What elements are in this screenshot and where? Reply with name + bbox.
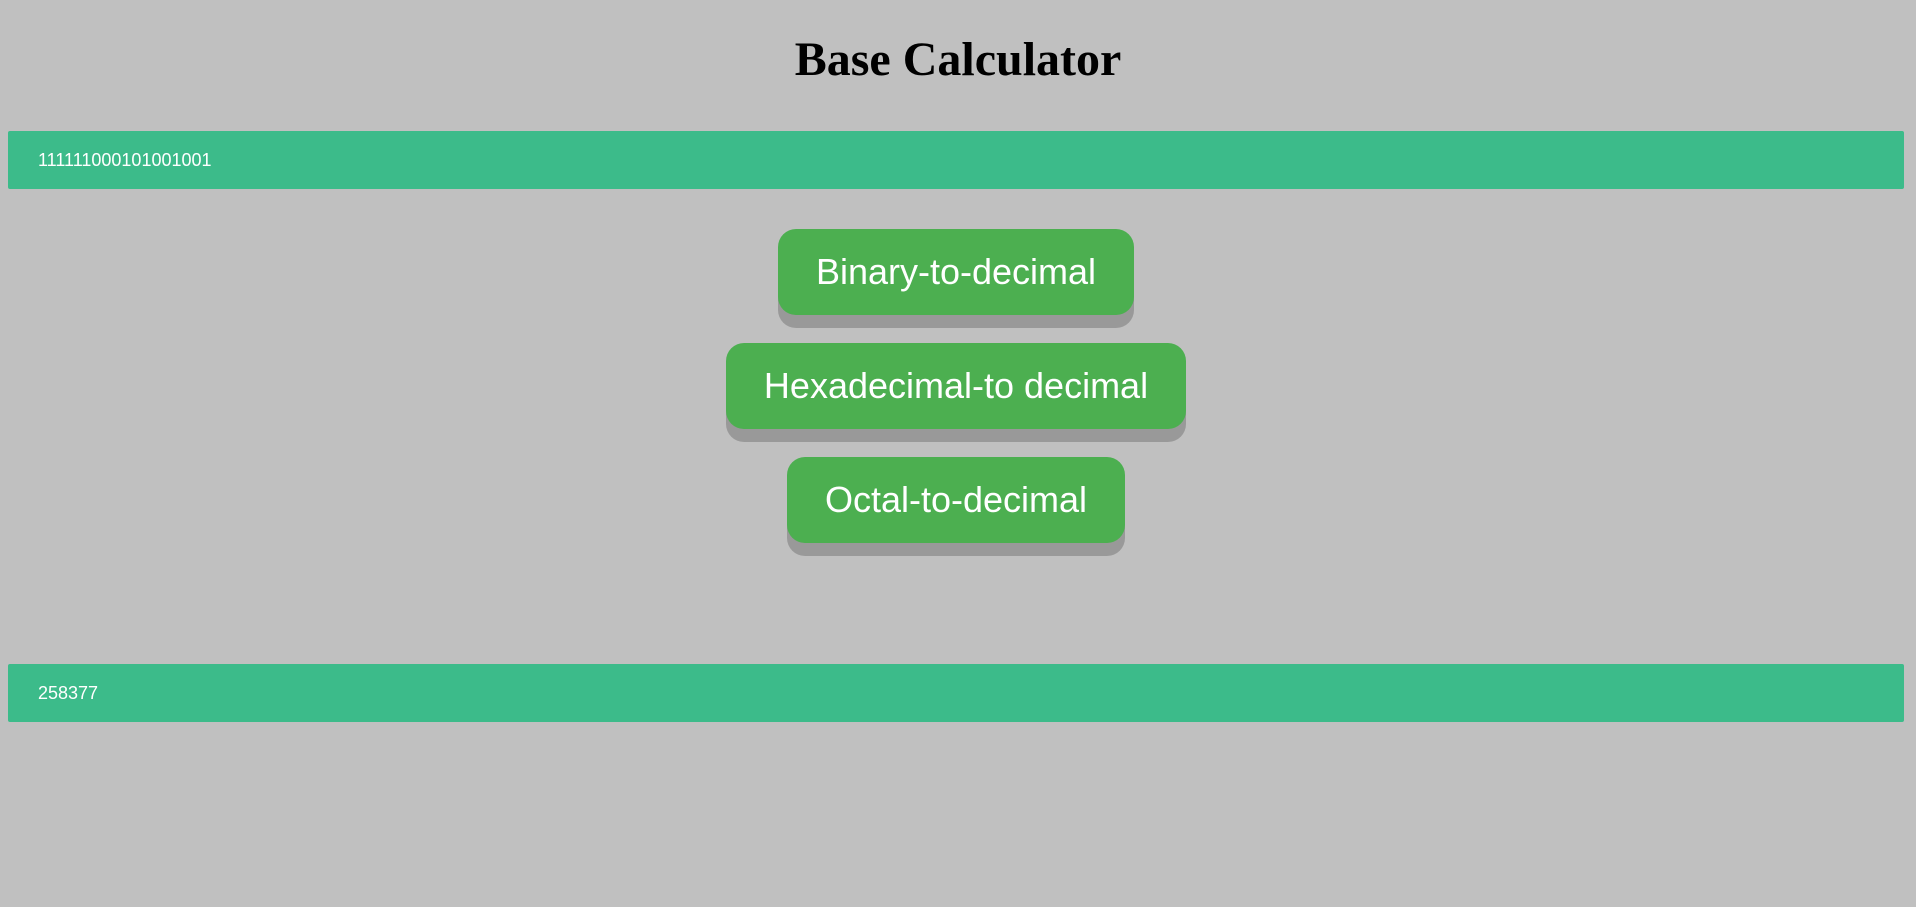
octal-to-decimal-button[interactable]: Octal-to-decimal (787, 457, 1125, 543)
hexadecimal-to-decimal-button[interactable]: Hexadecimal-to decimal (726, 343, 1186, 429)
binary-to-decimal-button[interactable]: Binary-to-decimal (778, 229, 1134, 315)
page-title: Base Calculator (794, 33, 1122, 86)
number-input-field[interactable]: 111111000101001001 (8, 131, 1904, 189)
result-output-field: 258377 (8, 664, 1904, 722)
